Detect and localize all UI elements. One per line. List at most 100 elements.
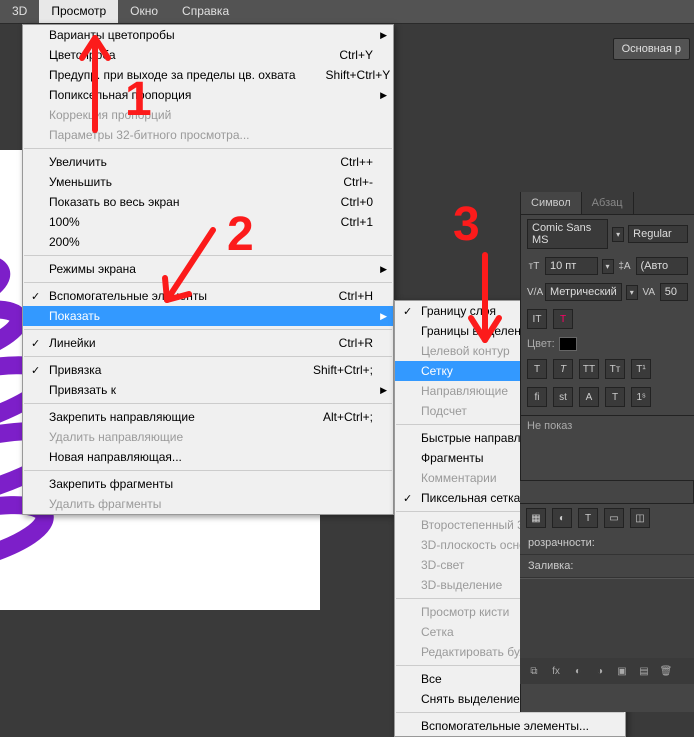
menu-item-label: Коррекция пропорций (49, 108, 373, 122)
menu-help[interactable]: Справка (170, 0, 241, 23)
menu-separator (24, 470, 392, 471)
style4-button[interactable]: T (605, 387, 625, 407)
menu-item-label: Закрепить направляющие (49, 410, 293, 424)
menu-item[interactable]: УвеличитьCtrl++ (23, 152, 393, 172)
tracking-icon: VA (642, 287, 656, 298)
menu-item[interactable]: Режимы экрана ▶ (23, 259, 393, 279)
mask-icon[interactable]: ◐ (568, 662, 588, 680)
menu-item[interactable]: Показать во весь экран Ctrl+0 (23, 192, 393, 212)
menu-item[interactable]: ✓ПривязкаShift+Ctrl+; (23, 360, 393, 380)
tab-character[interactable]: Символ (521, 192, 582, 214)
menu-item-label: Режимы экрана (49, 262, 373, 276)
menu-item[interactable]: Варианты цветопробы ▶ (23, 25, 393, 45)
filter-smart-icon[interactable]: ◫ (630, 508, 650, 528)
menu-separator (24, 282, 392, 283)
menu-item[interactable]: Новая направляющая... (23, 447, 393, 467)
menu-item[interactable]: Закрепить направляющие Alt+Ctrl+; (23, 407, 393, 427)
menu-item-label: Показать (49, 309, 373, 323)
allcaps-button[interactable]: TT (579, 359, 599, 379)
filter-type-icon[interactable]: T (578, 508, 598, 528)
check-icon: ✓ (403, 305, 412, 318)
check-icon: ✓ (403, 492, 412, 505)
submenu-arrow-icon: ▶ (380, 90, 387, 101)
italic-button[interactable]: T (553, 359, 573, 379)
font-family-dd[interactable]: ▾ (612, 227, 624, 242)
scale-v-icon[interactable]: IT (527, 309, 547, 329)
menu-shortcut: Ctrl+1 (341, 215, 373, 229)
menu-item-label: Варианты цветопробы (49, 28, 373, 42)
submenu-arrow-icon: ▶ (380, 30, 387, 41)
menu-shortcut: Alt+Ctrl+; (323, 410, 373, 424)
menu-item-label: Параметры 32-битного просмотра... (49, 128, 373, 142)
kerning-field[interactable]: Метрический (545, 283, 622, 301)
menu-item[interactable]: ✓Вспомогательные элементыCtrl+H (23, 286, 393, 306)
adj-layer-icon[interactable]: ◑ (590, 662, 610, 680)
trash-icon[interactable]: 🗑 (656, 662, 676, 680)
menu-item[interactable]: Закрепить фрагменты (23, 474, 393, 494)
layers-bottom-toolbar: ⧉ fx ◐ ◑ ▣ ▤ 🗑 (520, 658, 694, 684)
font-style-field[interactable]: Regular (628, 225, 688, 243)
menu-item-label: Уменьшить (49, 175, 313, 189)
filter-pixel-icon[interactable]: ▦ (526, 508, 546, 528)
group-icon[interactable]: ▣ (612, 662, 632, 680)
submenu-arrow-icon: ▶ (380, 264, 387, 275)
tracking-field[interactable]: 50 (660, 283, 688, 301)
tab-paragraph[interactable]: Абзац (582, 192, 634, 214)
font-size-dd[interactable]: ▾ (602, 259, 614, 274)
menu-3d[interactable]: 3D (0, 0, 39, 23)
fill-label: Заливка: (528, 560, 573, 572)
menu-shortcut: Ctrl+R (339, 336, 373, 350)
layers-tab[interactable] (520, 481, 694, 503)
style5-button[interactable]: 1ˢ (631, 387, 651, 407)
antialias-label: Не показ (527, 420, 572, 432)
menu-item[interactable]: Предупр. при выходе за пределы цв. охват… (23, 65, 393, 85)
menu-item-label: 200% (49, 235, 373, 249)
workspace-button[interactable]: Основная р (613, 38, 690, 60)
scale-h-icon[interactable]: T (553, 309, 573, 329)
leading-field[interactable]: (Авто (636, 257, 689, 275)
menu-view[interactable]: Просмотр (39, 0, 118, 23)
style2-button[interactable]: st (553, 387, 573, 407)
leading-icon: ‡A (618, 261, 632, 272)
color-swatch[interactable] (559, 337, 577, 351)
filter-shape-icon[interactable]: ▭ (604, 508, 624, 528)
svg-text:3: 3 (453, 198, 480, 251)
smallcaps-button[interactable]: Tт (605, 359, 625, 379)
submenu-arrow-icon: ▶ (380, 385, 387, 396)
link-layers-icon[interactable]: ⧉ (524, 662, 544, 680)
menu-item[interactable]: Вспомогательные элементы... (395, 716, 625, 736)
style1-button[interactable]: fi (527, 387, 547, 407)
menu-item-label: Показать во весь экран (49, 195, 311, 209)
filter-adj-icon[interactable]: ◐ (552, 508, 572, 528)
menu-separator (396, 712, 624, 713)
menu-shortcut: Shift+Ctrl+Y (326, 68, 391, 82)
font-family-field[interactable]: Comic Sans MS (527, 219, 608, 249)
bold-button[interactable]: T (527, 359, 547, 379)
font-size-field[interactable]: 10 пт (545, 257, 598, 275)
menu-separator (24, 148, 392, 149)
new-layer-icon[interactable]: ▤ (634, 662, 654, 680)
menubar: 3D Просмотр Окно Справка (0, 0, 694, 24)
menu-item[interactable]: 200% (23, 232, 393, 252)
menu-item-label: Привязка (49, 363, 283, 377)
menu-separator (24, 255, 392, 256)
superscript-button[interactable]: T¹ (631, 359, 651, 379)
menu-item[interactable]: ✓ЛинейкиCtrl+R (23, 333, 393, 353)
menu-item[interactable]: Попиксельная пропорция▶ (23, 85, 393, 105)
menu-item[interactable]: 100% Ctrl+1 (23, 212, 393, 232)
menu-item[interactable]: Показать▶ (23, 306, 393, 326)
panel-tabs: Символ Абзац (521, 192, 694, 215)
view-menu: Варианты цветопробы ▶ ЦветопробаCtrl+YПред… (22, 24, 394, 515)
menu-window[interactable]: Окно (118, 0, 170, 23)
menu-item[interactable]: Привязать к▶ (23, 380, 393, 400)
menu-item-label: 100% (49, 215, 311, 229)
menu-item[interactable]: ЦветопробаCtrl+Y (23, 45, 393, 65)
kerning-dd[interactable]: ▾ (626, 285, 638, 300)
menu-separator (24, 329, 392, 330)
fx-icon[interactable]: fx (546, 662, 566, 680)
menu-item[interactable]: УменьшитьCtrl+- (23, 172, 393, 192)
style3-button[interactable]: A (579, 387, 599, 407)
menu-item-label: Вспомогательные элементы (49, 289, 309, 303)
menu-shortcut: Ctrl+0 (341, 195, 373, 209)
check-icon: ✓ (31, 337, 40, 350)
